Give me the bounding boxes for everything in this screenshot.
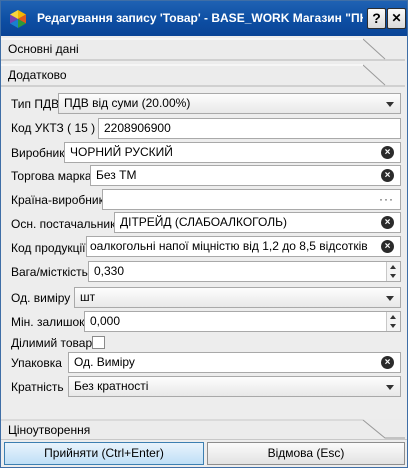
- package-label: Упаковка: [11, 356, 62, 370]
- divisible-label: Ділимий товар: [11, 336, 93, 350]
- weight-label: Вага/місткість: [11, 265, 88, 279]
- unit-label: Од. виміру: [11, 291, 71, 305]
- supplier-value: ДІТРЕЙД (СЛАБОАЛКОГОЛЬ): [120, 215, 287, 229]
- cancel-button[interactable]: Відмова (Esc): [207, 442, 405, 465]
- chevron-down-icon: [386, 296, 394, 301]
- spin-buttons[interactable]: [386, 312, 400, 331]
- spin-down-icon[interactable]: [390, 274, 396, 278]
- spin-up-icon[interactable]: [390, 315, 396, 319]
- vat-type-value: ПДВ від суми (20.00%): [64, 96, 191, 110]
- supplier-label: Осн. постачальник: [11, 217, 116, 231]
- spin-buttons[interactable]: [386, 262, 400, 281]
- producer-input[interactable]: ЧОРНИЙ РУСКИЙ ×: [64, 142, 401, 163]
- producer-value: ЧОРНИЙ РУСКИЙ: [70, 145, 173, 159]
- clear-icon[interactable]: ×: [381, 216, 394, 229]
- country-input[interactable]: ···: [102, 189, 401, 210]
- spin-down-icon[interactable]: [390, 324, 396, 328]
- chevron-down-icon: [386, 102, 394, 107]
- more-icon[interactable]: ···: [379, 190, 394, 209]
- divisible-checkbox[interactable]: [92, 336, 105, 349]
- product-code-value: оалкогольні напої міцністю від 1,2 до 8,…: [90, 239, 368, 253]
- unit-value: шт: [80, 290, 96, 304]
- clear-icon[interactable]: ×: [381, 169, 394, 182]
- app-logo-icon: [10, 10, 26, 28]
- product-code-label: Код продукції: [11, 241, 86, 255]
- clear-icon[interactable]: ×: [381, 146, 394, 159]
- dialog-window: Редагування запису 'Товар' - BASE_WORK М…: [0, 0, 408, 468]
- product-code-input[interactable]: оалкогольні напої міцністю від 1,2 до 8,…: [86, 236, 401, 257]
- section-pricing-label: Ціноутворення: [8, 423, 91, 437]
- multiplicity-label: Кратність: [11, 380, 64, 394]
- uktz-value: 2208906900: [104, 121, 171, 135]
- window-title: Редагування запису 'Товар' - BASE_WORK М…: [37, 11, 363, 25]
- spin-up-icon[interactable]: [390, 265, 396, 269]
- multiplicity-select[interactable]: Без кратності: [68, 376, 401, 397]
- chevron-down-icon: [386, 385, 394, 390]
- section-extra-header[interactable]: Додатково: [1, 63, 407, 87]
- section-extra-label: Додатково: [8, 68, 67, 82]
- divider: [1, 439, 407, 440]
- section-pricing-header[interactable]: Ціноутворення: [1, 419, 407, 439]
- brand-value: Без ТМ: [96, 168, 137, 182]
- package-value: Од. Виміру: [74, 355, 135, 369]
- supplier-input[interactable]: ДІТРЕЙД (СЛАБОАЛКОГОЛЬ) ×: [114, 212, 401, 233]
- uktz-input[interactable]: 2208906900: [98, 118, 401, 139]
- section-main-header[interactable]: Основні дані: [1, 37, 407, 61]
- multiplicity-value: Без кратності: [74, 379, 149, 393]
- title-bar[interactable]: Редагування запису 'Товар' - BASE_WORK М…: [1, 1, 407, 36]
- producer-label: Виробник: [11, 146, 65, 160]
- unit-select[interactable]: шт: [74, 287, 401, 308]
- package-input[interactable]: Од. Виміру ×: [68, 352, 401, 373]
- uktz-label: Код УКТЗ ( 15 ): [11, 121, 96, 135]
- help-button[interactable]: ?: [367, 8, 386, 29]
- min-stock-spinbox[interactable]: 0,000: [84, 311, 401, 332]
- brand-label: Торгова марка: [11, 169, 92, 183]
- clear-icon[interactable]: ×: [381, 356, 394, 369]
- vat-type-label: Тип ПДВ: [11, 97, 60, 111]
- country-label: Країна-виробник: [11, 193, 104, 207]
- min-stock-value: 0,000: [90, 314, 121, 328]
- close-button[interactable]: ✕: [387, 8, 406, 29]
- brand-input[interactable]: Без ТМ ×: [90, 165, 401, 186]
- clear-icon[interactable]: ×: [381, 240, 394, 253]
- accept-button[interactable]: Прийняти (Ctrl+Enter): [4, 442, 204, 465]
- weight-value: 0,330: [94, 264, 125, 278]
- weight-spinbox[interactable]: 0,330: [88, 261, 401, 282]
- section-main-label: Основні дані: [8, 42, 79, 56]
- vat-type-select[interactable]: ПДВ від суми (20.00%): [58, 93, 401, 114]
- min-stock-label: Мін. залишок: [11, 315, 85, 329]
